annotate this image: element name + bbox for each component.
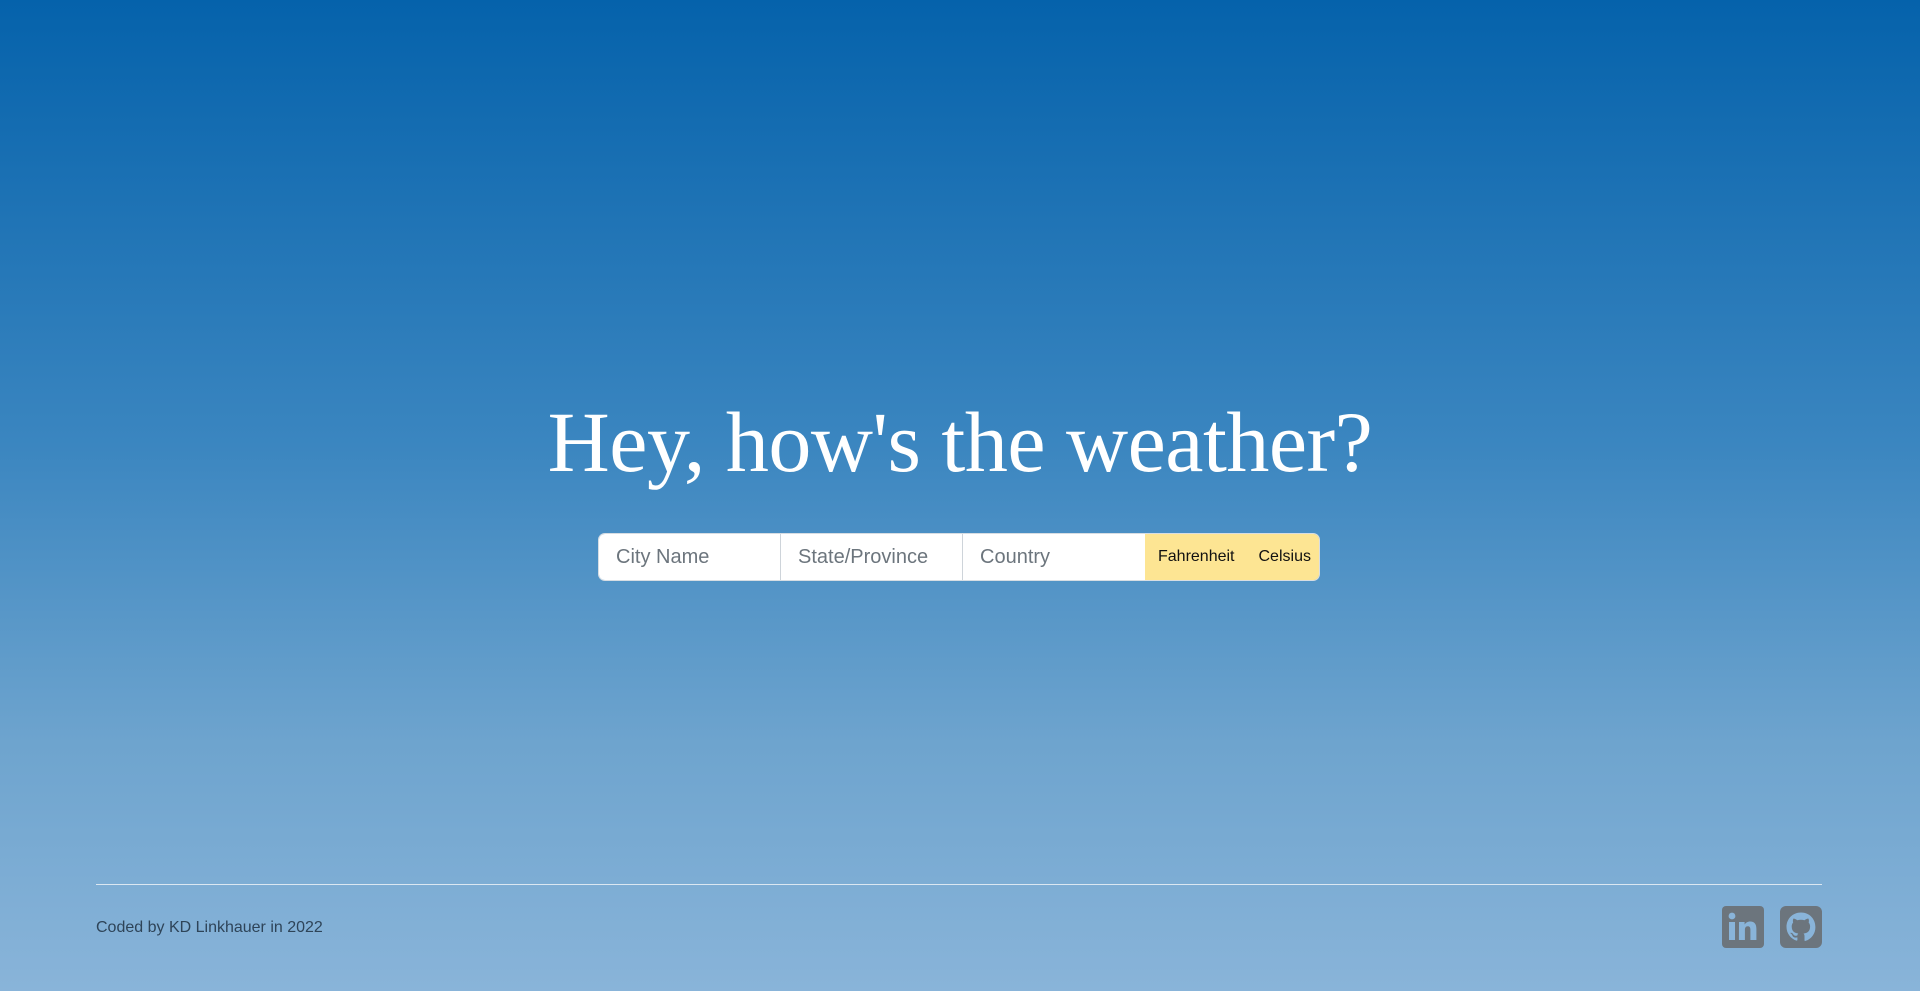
weather-search-form: Fahrenheit Celsius (599, 534, 1319, 580)
fahrenheit-button[interactable]: Fahrenheit (1145, 534, 1247, 580)
unit-button-group: Fahrenheit Celsius (1145, 534, 1319, 580)
city-input[interactable] (599, 534, 781, 580)
country-input[interactable] (963, 534, 1145, 580)
github-icon (1780, 906, 1822, 948)
social-links (1722, 906, 1822, 948)
linkedin-link[interactable] (1722, 906, 1764, 948)
footer-divider (96, 884, 1822, 885)
celsius-button[interactable]: Celsius (1246, 534, 1319, 580)
footer-credit: Coded by KD Linkhauer in 2022 (96, 919, 323, 936)
state-input[interactable] (781, 534, 963, 580)
page-title: Hey, how's the weather? (547, 394, 1373, 490)
github-link[interactable] (1780, 906, 1822, 948)
linkedin-icon (1722, 906, 1764, 948)
